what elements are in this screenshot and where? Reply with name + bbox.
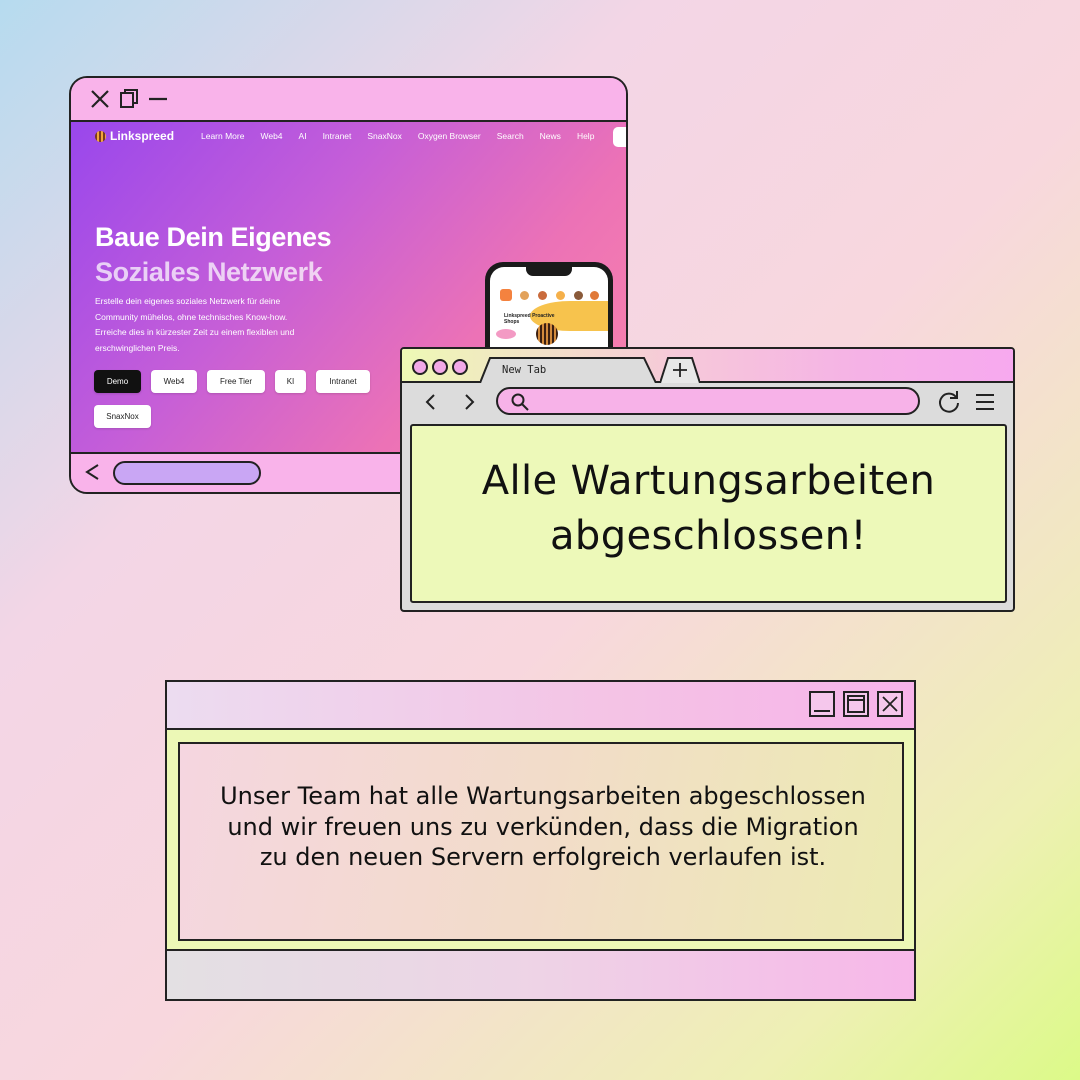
back-arrow-icon[interactable] [422, 392, 440, 412]
nav-ai[interactable]: AI [299, 131, 307, 141]
close-icon[interactable] [89, 88, 111, 110]
forward-arrow-icon[interactable] [460, 392, 478, 412]
product-icon [556, 291, 565, 300]
chip-ki[interactable]: KI [275, 370, 306, 393]
hero-title-line1: Baue Dein Eigenes [95, 222, 332, 252]
traffic-light-close[interactable] [412, 359, 428, 375]
reload-icon[interactable] [936, 389, 962, 415]
chevron-left-icon[interactable] [83, 462, 103, 482]
url-bar[interactable] [496, 387, 920, 415]
maximize-button[interactable] [843, 691, 869, 717]
message-body: Unser Team hat alle Wartungsarbeiten abg… [178, 742, 904, 941]
phone-label: Linkspreed Proactive Shops [504, 313, 555, 325]
product-icon [590, 291, 599, 300]
site-nav-items: Learn More Web4 AI Intranet SnaxNox Oxyg… [201, 131, 610, 141]
basket-ball-icon [536, 323, 558, 345]
site-nav: Linkspreed Learn More Web4 AI Intranet S… [71, 122, 626, 152]
hero-title-line2: Soziales Netzwerk [95, 257, 323, 287]
message-window: Unser Team hat alle Wartungsarbeiten abg… [165, 680, 916, 1001]
nav-learn-more[interactable]: Learn More [201, 131, 244, 141]
website-window-titlebar [71, 78, 626, 122]
traffic-light-maximize[interactable] [452, 359, 468, 375]
hero-title: Baue Dein Eigenes Soziales Netzwerk [95, 220, 425, 290]
browser-tabstrip: New Tab [402, 349, 1013, 384]
nav-news[interactable]: News [540, 131, 561, 141]
headline-line1: Alle Wartungsarbeiten [481, 458, 936, 504]
phone-notch [526, 267, 572, 276]
nav-oxygen-browser[interactable]: Oxygen Browser [418, 131, 481, 141]
chip-web4[interactable]: Web4 [151, 370, 197, 393]
phone-decoration [496, 329, 516, 339]
horizontal-scrollbar[interactable] [113, 461, 261, 485]
maintenance-headline: Alle Wartungsarbeiten abgeschlossen! [412, 454, 1005, 564]
search-icon [511, 393, 529, 411]
chip-snaxnox[interactable]: SnaxNox [94, 405, 151, 428]
close-icon [882, 696, 898, 712]
maximize-icon [847, 695, 865, 713]
globe-icon [95, 130, 106, 142]
hero-description: Erstelle dein eigenes soziales Netzwerk … [95, 296, 295, 353]
tab-label: New Tab [502, 364, 547, 376]
nav-intranet[interactable]: Intranet [323, 131, 352, 141]
nav-search[interactable]: Search [497, 131, 524, 141]
nav-web4[interactable]: Web4 [260, 131, 282, 141]
nav-action-button[interactable] [613, 127, 626, 147]
plus-icon [659, 357, 701, 384]
product-icon [538, 291, 547, 300]
minimize-icon [814, 710, 830, 712]
browser-window: New Tab Alle Wartungsarbeiten abgeschlos… [400, 347, 1015, 612]
maintenance-message: Unser Team hat alle Wartungsarbeiten abg… [220, 782, 866, 871]
message-window-footer [167, 949, 914, 999]
nav-help[interactable]: Help [577, 131, 594, 141]
product-icon [574, 291, 583, 300]
product-icon [520, 291, 529, 300]
app-icon [500, 289, 512, 301]
restore-icon[interactable] [118, 88, 140, 110]
site-logo[interactable]: Linkspreed [95, 129, 174, 143]
hamburger-menu-icon[interactable] [974, 391, 996, 413]
message-window-titlebar [167, 682, 914, 730]
chip-intranet[interactable]: Intranet [316, 370, 370, 393]
headline-line2: abgeschlossen! [550, 513, 867, 559]
traffic-light-minimize[interactable] [432, 359, 448, 375]
browser-content: Alle Wartungsarbeiten abgeschlossen! [410, 424, 1007, 603]
chip-demo[interactable]: Demo [94, 370, 141, 393]
minimize-button[interactable] [809, 691, 835, 717]
nav-snaxnox[interactable]: SnaxNox [367, 131, 402, 141]
browser-toolbar [402, 383, 1013, 421]
new-tab-button[interactable] [659, 357, 701, 384]
minimize-icon[interactable] [147, 88, 169, 110]
site-logo-text: Linkspreed [110, 129, 175, 143]
close-button[interactable] [877, 691, 903, 717]
tab-new-tab[interactable]: New Tab [480, 357, 656, 383]
chip-free-tier[interactable]: Free Tier [207, 370, 265, 393]
